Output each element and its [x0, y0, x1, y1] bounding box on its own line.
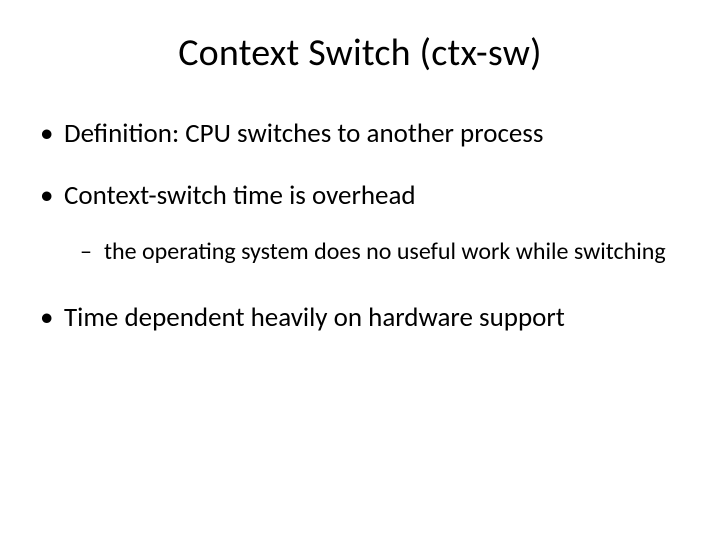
sub-bullet-list: the operating system does no useful work…: [80, 229, 684, 275]
bullet-text: Context-switch time is overhead: [64, 179, 416, 212]
bullet-text: Time dependent heavily on hardware suppo…: [64, 301, 565, 334]
slide-title: Context Switch (ctx-sw): [36, 30, 684, 76]
bullet-list: Definition: CPU switches to another proc…: [36, 116, 684, 337]
bullet-hardware: Time dependent heavily on hardware suppo…: [36, 300, 684, 336]
bullet-overhead: Context-switch time is overhead the oper…: [36, 178, 684, 274]
bullet-definition: Definition: CPU switches to another proc…: [36, 116, 684, 152]
bullet-text: Definition: CPU switches to another proc…: [64, 117, 543, 150]
sub-bullet-text: the operating system does no useful work…: [104, 237, 666, 266]
slide: Context Switch (ctx-sw) Definition: CPU …: [0, 0, 720, 540]
sub-bullet-no-useful-work: the operating system does no useful work…: [80, 229, 684, 275]
